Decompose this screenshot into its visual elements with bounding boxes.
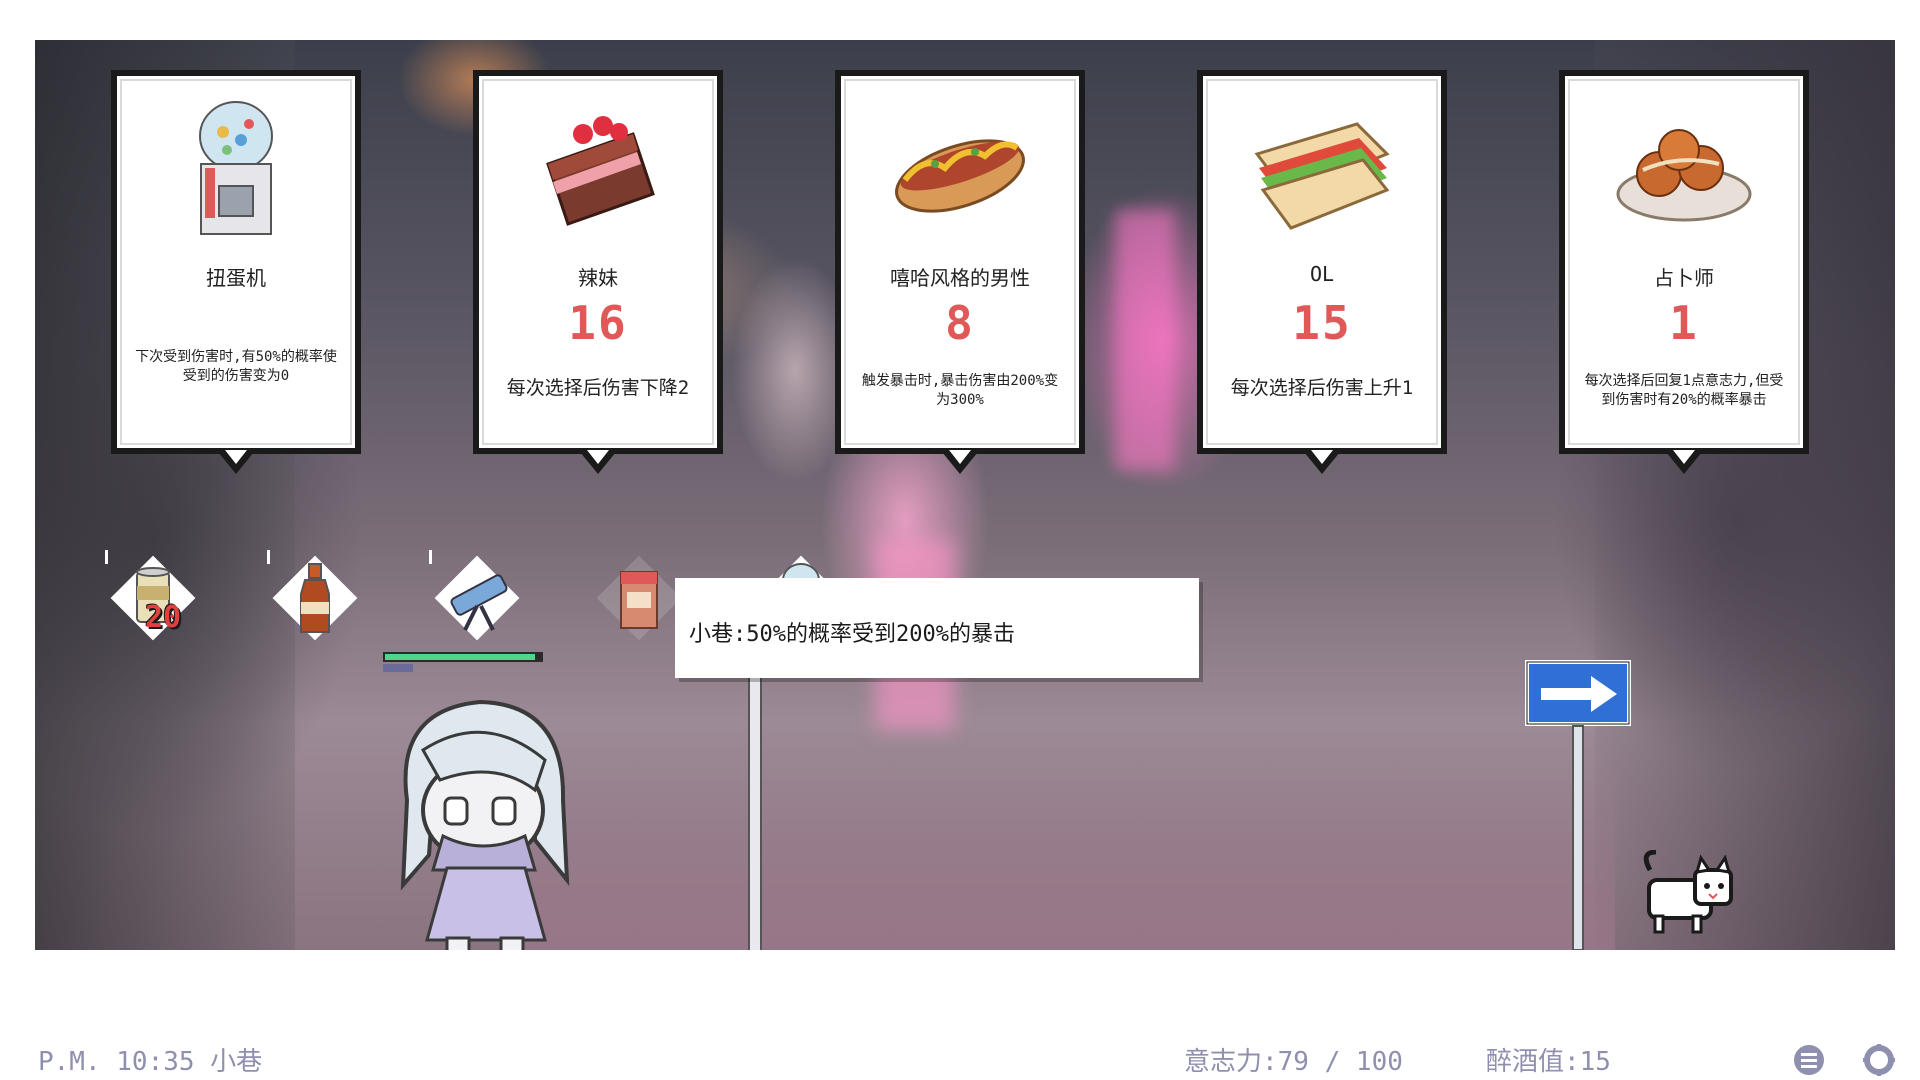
choice-card-gyaru[interactable]: 辣妹 16 每次选择后伤害下降2 xyxy=(473,70,723,474)
status-bar: P.M. 10:35 小巷 意志力:79 / 100 醉酒值:15 xyxy=(0,1035,1920,1080)
choice-card-hiphop[interactable]: 嘻哈风格的男性 8 触发暴击时,暴击伤害由200%变为300% xyxy=(835,70,1085,474)
card-desc: 每次选择后伤害上升1 xyxy=(1230,377,1414,399)
card-value: 16 xyxy=(568,296,628,350)
willpower-readout: 意志力:79 / 100 xyxy=(1184,1047,1403,1077)
drunk-readout: 醉酒值:15 xyxy=(1486,1047,1611,1077)
item-slot-soda[interactable] xyxy=(267,550,363,646)
soda-bottle-icon xyxy=(300,563,330,633)
card-name: OL xyxy=(1309,262,1335,286)
time-location: P.M. 10:35 小巷 xyxy=(38,1047,263,1077)
card-name: 辣妹 xyxy=(578,266,618,290)
item-slot-telescope[interactable] xyxy=(429,550,525,646)
shop-stall-icon xyxy=(620,571,658,629)
neon-sign xyxy=(1115,210,1175,470)
card-value: 8 xyxy=(945,296,975,350)
card-desc: 每次选择后回复1点意志力,但受到伤害时有20%的概率暴击 xyxy=(1584,373,1784,408)
settings-gear-icon[interactable] xyxy=(1862,1043,1896,1077)
choice-card-gacha[interactable]: 扭蛋机 下次受到伤害时,有50%的概率使受到的伤害变为0 xyxy=(111,70,361,474)
alley-street xyxy=(515,730,1615,950)
item-slot-stall[interactable] xyxy=(591,550,687,646)
sandwich-icon xyxy=(1254,122,1390,230)
card-desc: 触发暴击时,暴击伤害由200%变为300% xyxy=(861,373,1059,408)
chocolate-cake-icon xyxy=(546,116,655,226)
card-desc: 下次受到伤害时,有50%的概率使受到的伤害变为0 xyxy=(135,349,337,384)
gacha-machine-icon xyxy=(199,101,273,235)
takoyaki-icon xyxy=(1616,129,1752,222)
tooltip-text: 小巷:50%的概率受到200%的暴击 xyxy=(689,622,1015,647)
game-scene: 扭蛋机 下次受到伤害时,有50%的概率使受到的伤害变为0 辣妹 16 每次选择后… xyxy=(35,40,1895,950)
choice-card-fortune-teller[interactable]: 占卜师 1 每次选择后回复1点意志力,但受到伤害时有20%的概率暴击 xyxy=(1559,70,1809,474)
cat-sprite[interactable] xyxy=(1635,850,1745,940)
choice-card-ol[interactable]: OL 15 每次选择后伤害上升1 xyxy=(1197,70,1447,474)
log-icon[interactable] xyxy=(1792,1043,1826,1077)
hotdog-icon xyxy=(895,139,1025,213)
card-name: 占卜师 xyxy=(1654,266,1714,290)
card-desc: 每次选择后伤害下降2 xyxy=(506,377,690,399)
item-count-badge: 20 xyxy=(145,600,182,635)
location-tooltip: 小巷:50%的概率受到200%的暴击 xyxy=(675,578,1199,678)
willpower-mini-bar xyxy=(383,664,413,672)
exit-arrow-sign[interactable] xyxy=(1525,660,1635,950)
player-character xyxy=(400,699,570,950)
health-fill xyxy=(385,654,535,660)
telescope-icon xyxy=(450,574,508,631)
card-name: 嘻哈风格的男性 xyxy=(890,266,1030,290)
item-slot-beer[interactable]: 20 xyxy=(105,550,201,646)
player-health-bar xyxy=(383,652,543,674)
card-value: 15 xyxy=(1292,296,1352,350)
card-value: 1 xyxy=(1669,296,1699,350)
card-name: 扭蛋机 xyxy=(206,266,266,290)
